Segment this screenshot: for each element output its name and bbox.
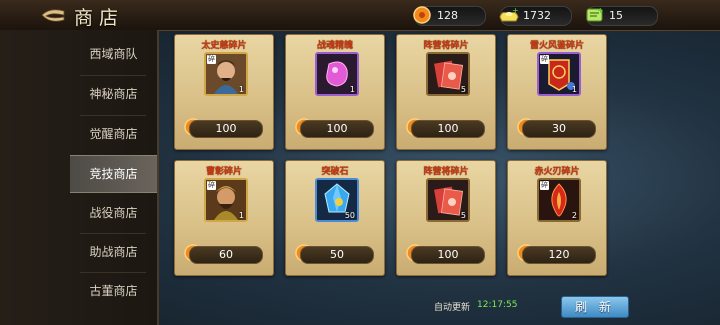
sidebar-item-campaign-shop[interactable]: 战役商店 bbox=[70, 195, 157, 231]
shop-item-card[interactable]: 太史慈碎片 碎 1 100 bbox=[174, 34, 274, 150]
item-name: 雷火风鉴碎片 bbox=[529, 41, 584, 51]
item-name: 突破石 bbox=[321, 167, 349, 177]
item-price: 100 bbox=[411, 120, 485, 138]
fragment-badge: 碎 bbox=[207, 181, 216, 190]
item-quantity: 1 bbox=[571, 85, 577, 94]
red-flame-blade-icon: 碎 2 bbox=[537, 178, 581, 222]
item-price: 50 bbox=[300, 246, 374, 264]
currency-coin-display: 128 bbox=[413, 6, 486, 26]
item-price: 120 bbox=[522, 246, 596, 264]
general-portrait-icon: 碎 1 bbox=[204, 178, 248, 222]
fragment-badge: 碎 bbox=[540, 55, 549, 64]
blue-crystal-icon: 50 bbox=[315, 178, 359, 222]
currency-ticket-display: + 15 bbox=[586, 6, 658, 26]
item-quantity: 50 bbox=[344, 211, 355, 220]
item-price: 100 bbox=[411, 246, 485, 264]
auto-refresh-timer: 12:17:55 bbox=[477, 300, 518, 310]
item-name: 曹彰碎片 bbox=[205, 167, 242, 177]
sidebar-item-support-shop[interactable]: 助战商店 bbox=[70, 234, 157, 270]
red-scroll-icon: 5 bbox=[426, 178, 470, 222]
gold-ingot-icon: + bbox=[498, 5, 520, 31]
item-name: 战魂精魄 bbox=[316, 41, 353, 51]
general-portrait-icon: 碎 1 bbox=[204, 52, 248, 96]
red-scroll-icon: 5 bbox=[426, 52, 470, 96]
purple-soul-stone-icon: 1 bbox=[315, 52, 359, 96]
shop-item-card[interactable]: 突破石 50 50 bbox=[285, 160, 385, 276]
sidebar-item-arena-shop[interactable]: 竞技商店 bbox=[70, 155, 157, 193]
shop-item-card[interactable]: 曹彰碎片 碎 1 60 bbox=[174, 160, 274, 276]
orange-coin-icon bbox=[412, 5, 432, 31]
sidebar-item-western-caravan[interactable]: 西域商队 bbox=[70, 36, 157, 72]
fragment-badge: 碎 bbox=[207, 55, 216, 64]
shop-sidebar: 西域商队 神秘商店 觉醒商店 竞技商店 战役商店 助战商店 古董商店 bbox=[0, 30, 159, 325]
top-bar: 商店 128 + 1732 + 15 bbox=[0, 0, 720, 31]
svg-text:+: + bbox=[512, 6, 519, 15]
sidebar-item-mystery-shop[interactable]: 神秘商店 bbox=[70, 76, 157, 112]
sidebar-item-awakening-shop[interactable]: 觉醒商店 bbox=[70, 116, 157, 152]
item-name: 赤火刃碎片 bbox=[534, 167, 580, 177]
item-price: 100 bbox=[189, 120, 263, 138]
shop-item-card[interactable]: 战魂精魄 1 100 bbox=[285, 34, 385, 150]
green-ticket-icon: + bbox=[584, 5, 606, 31]
gold-value: 1732 bbox=[523, 9, 551, 22]
refresh-button[interactable]: 刷 新 bbox=[561, 296, 629, 318]
fragment-badge: 碎 bbox=[540, 181, 549, 190]
shop-item-card[interactable]: 赤火刃碎片 碎 2 120 bbox=[507, 160, 607, 276]
back-arrow-icon[interactable] bbox=[40, 6, 66, 24]
coin-value: 128 bbox=[437, 9, 458, 22]
currency-gold-display: + 1732 bbox=[499, 6, 572, 26]
shop-item-card[interactable]: 阵营将碎片 5 100 bbox=[396, 160, 496, 276]
shop-item-card[interactable]: 雷火风鉴碎片 碎 1 30 bbox=[507, 34, 607, 150]
item-quantity: 1 bbox=[238, 211, 244, 220]
auto-refresh-label: 自动更新 bbox=[434, 303, 471, 313]
shop-item-card[interactable]: 阵营将碎片 5 100 bbox=[396, 34, 496, 150]
ticket-value: 15 bbox=[609, 9, 623, 22]
svg-text:+: + bbox=[597, 6, 604, 15]
item-quantity: 5 bbox=[460, 211, 466, 220]
item-name: 太史慈碎片 bbox=[201, 41, 247, 51]
item-quantity: 1 bbox=[238, 85, 244, 94]
item-name: 阵营将碎片 bbox=[423, 167, 469, 177]
page-title: 商店 bbox=[74, 7, 125, 29]
red-badge-icon: 碎 1 bbox=[537, 52, 581, 96]
item-name: 阵营将碎片 bbox=[423, 41, 469, 51]
item-price: 30 bbox=[522, 120, 596, 138]
sidebar-item-antique-shop[interactable]: 古董商店 bbox=[70, 273, 157, 309]
item-quantity: 1 bbox=[349, 85, 355, 94]
item-quantity: 2 bbox=[571, 211, 577, 220]
item-price: 100 bbox=[300, 120, 374, 138]
item-price: 60 bbox=[189, 246, 263, 264]
item-quantity: 5 bbox=[460, 85, 466, 94]
